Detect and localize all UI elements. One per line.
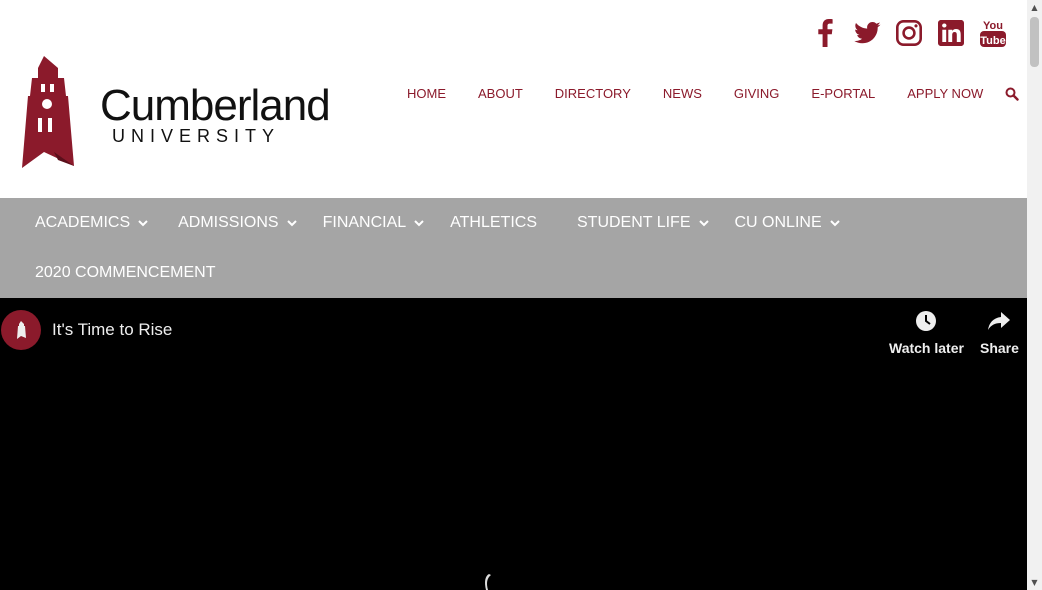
main-nav-label: STUDENT LIFE [577, 214, 691, 231]
main-nav-label: ATHLETICS [450, 214, 537, 231]
chevron-down-icon [698, 220, 709, 227]
linkedin-icon[interactable] [937, 18, 965, 48]
twitter-icon[interactable] [853, 18, 881, 48]
instagram-icon[interactable] [895, 18, 923, 48]
main-nav-label: 2020 COMMENCEMENT [35, 264, 216, 281]
main-nav-label: FINANCIAL [322, 214, 407, 231]
main-nav-row: ACADEMICS ADMISSIONS FINANCIAL ATHLETICS… [35, 211, 840, 235]
chevron-down-icon [286, 220, 297, 227]
topnav-eportal[interactable]: E-PORTAL [811, 86, 875, 102]
chevron-down-icon [138, 220, 148, 227]
bell-tower-icon [22, 56, 74, 168]
main-navigation: ACADEMICS ADMISSIONS FINANCIAL ATHLETICS… [0, 198, 1027, 298]
main-nav-2020-commencement[interactable]: 2020 COMMENCEMENT [35, 261, 215, 285]
watch-later-label: Watch later [889, 340, 964, 356]
facebook-icon[interactable] [811, 18, 839, 48]
main-nav-cu-online[interactable]: CU ONLINE [735, 211, 840, 235]
top-navigation: HOME ABOUT DIRECTORY NEWS GIVING E-PORTA… [407, 86, 1020, 102]
video-title[interactable]: It's Time to Rise [52, 320, 172, 340]
main-nav-financial[interactable]: FINANCIAL [323, 211, 425, 235]
topnav-apply-now[interactable]: APPLY NOW [907, 86, 983, 102]
site-header: You Tube Cumberland UNIVERSITY HOME ABOU [0, 0, 1027, 198]
chevron-down-icon [414, 220, 424, 227]
main-nav-label: ADMISSIONS [178, 214, 279, 231]
share-arrow-icon [988, 312, 1011, 330]
share-button[interactable]: Share [980, 310, 1019, 356]
topnav-directory[interactable]: DIRECTORY [555, 86, 631, 102]
main-nav-student-life[interactable]: STUDENT LIFE [577, 211, 709, 235]
page: You Tube Cumberland UNIVERSITY HOME ABOU [0, 0, 1027, 590]
scroll-down-arrow-icon[interactable]: ▼ [1027, 575, 1042, 590]
chevron-down-icon [829, 220, 840, 227]
search-icon[interactable] [1005, 87, 1020, 101]
main-nav-admissions[interactable]: ADMISSIONS [178, 211, 297, 235]
main-nav-label: ACADEMICS [35, 214, 131, 231]
scroll-up-arrow-icon[interactable]: ▲ [1027, 0, 1042, 15]
social-links: You Tube [811, 18, 1007, 48]
university-logo[interactable]: Cumberland UNIVERSITY [14, 56, 334, 171]
channel-avatar[interactable] [1, 310, 41, 350]
scroll-thumb[interactable] [1030, 17, 1039, 67]
main-nav-athletics[interactable]: ATHLETICS [450, 211, 537, 235]
video-player[interactable]: It's Time to Rise Watch later Share [0, 298, 1027, 590]
topnav-home[interactable]: HOME [407, 86, 446, 102]
bell-tower-icon [17, 321, 26, 339]
svg-text:You: You [983, 20, 1003, 32]
youtube-icon[interactable]: You Tube [979, 18, 1007, 48]
svg-text:Tube: Tube [980, 35, 1005, 47]
main-nav-row: 2020 COMMENCEMENT [35, 261, 215, 285]
topnav-news[interactable]: NEWS [663, 86, 702, 102]
main-nav-academics[interactable]: ACADEMICS [35, 211, 148, 235]
topnav-giving[interactable]: GIVING [734, 86, 780, 102]
topnav-about[interactable]: ABOUT [478, 86, 523, 102]
video-frame-graphic [485, 574, 491, 590]
vertical-scrollbar[interactable]: ▲ ▼ [1027, 0, 1042, 590]
watch-later-button[interactable]: Watch later [889, 310, 964, 356]
share-label: Share [980, 340, 1019, 356]
logo-wordmark: Cumberland [100, 81, 331, 130]
clock-icon [916, 311, 937, 331]
main-nav-label: CU ONLINE [734, 214, 822, 231]
logo-subtitle: UNIVERSITY [112, 126, 281, 146]
